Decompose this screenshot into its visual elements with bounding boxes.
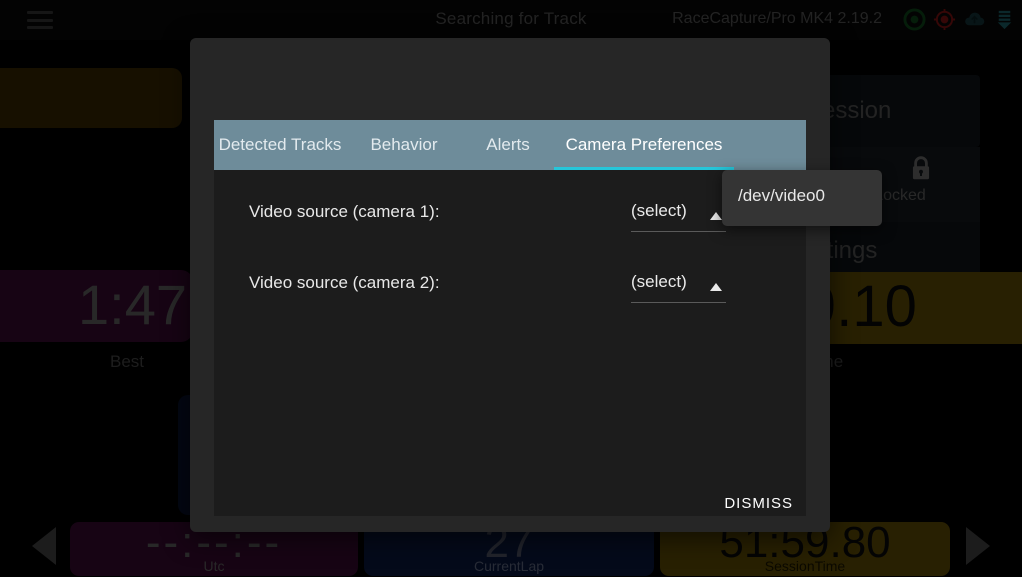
dismiss-button[interactable]: DISMISS xyxy=(712,487,805,520)
video-source-camera-1-value: (select) xyxy=(631,201,687,220)
chevron-up-icon xyxy=(710,283,722,291)
video-source-camera-1-label: Video source (camera 1): xyxy=(249,202,440,221)
dropdown-option-dev-video0[interactable]: /dev/video0 xyxy=(738,186,825,206)
video-source-camera-2-row: Video source (camera 2): (select) xyxy=(214,263,806,307)
video-source-camera-2-value: (select) xyxy=(631,272,687,291)
tab-detected-tracks-label: Detected Tracks xyxy=(218,135,342,154)
video-source-camera-2-label: Video source (camera 2): xyxy=(249,273,440,292)
dialog-tab-bar: Detected Tracks Behavior Alerts Camera P… xyxy=(214,120,806,170)
tab-detected-tracks[interactable]: Detected Tracks xyxy=(214,120,346,170)
tab-behavior[interactable]: Behavior xyxy=(346,120,462,170)
chevron-up-icon xyxy=(710,212,722,220)
tab-alerts[interactable]: Alerts xyxy=(462,120,554,170)
tab-camera-preferences[interactable]: Camera Preferences xyxy=(554,120,734,170)
tab-alerts-label: Alerts xyxy=(486,135,530,154)
tab-camera-preferences-label: Camera Preferences xyxy=(565,135,723,154)
camera-preferences-panel: Video source (camera 1): (select) Video … xyxy=(214,170,806,516)
video-source-camera-1-row: Video source (camera 1): (select) xyxy=(214,192,806,236)
tab-behavior-label: Behavior xyxy=(370,135,438,154)
screen-root: Searching for Track RaceCapture/Pro MK4 … xyxy=(0,0,1022,577)
video-source-dropdown-menu: /dev/video0 xyxy=(722,170,882,226)
video-source-camera-2-select[interactable]: (select) xyxy=(631,269,726,303)
preferences-dialog: Detected Tracks Behavior Alerts Camera P… xyxy=(190,38,830,532)
video-source-camera-1-select[interactable]: (select) xyxy=(631,198,726,232)
